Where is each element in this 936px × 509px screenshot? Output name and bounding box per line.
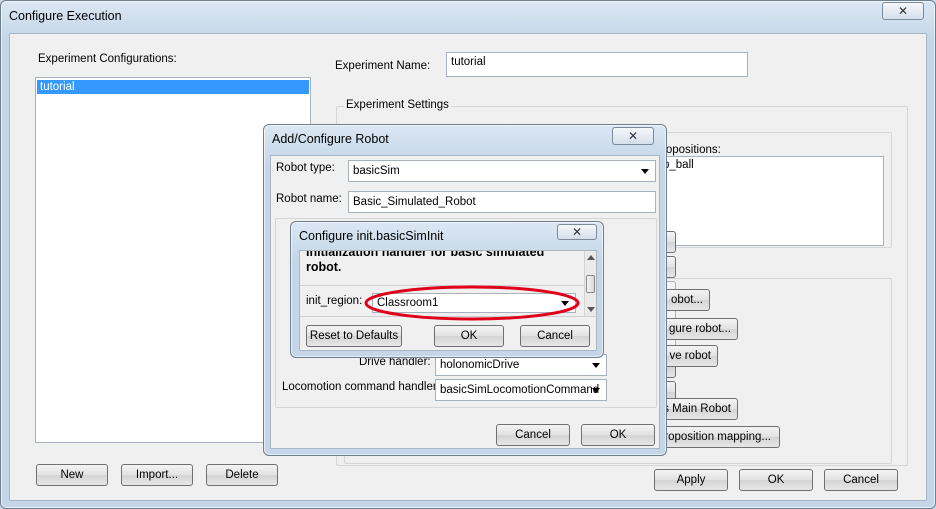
chevron-down-icon (592, 388, 600, 393)
robot-ok-button[interactable]: OK (581, 424, 655, 446)
close-icon[interactable]: ✕ (557, 224, 597, 240)
drive-handler-value: holonomicDrive (440, 359, 520, 371)
locomotion-handler-select[interactable]: basicSimLocomotionCommand (435, 379, 607, 401)
chevron-down-icon (641, 169, 649, 174)
robot-type-label: Robot type: (276, 162, 335, 174)
cancel-button[interactable]: Cancel (824, 469, 898, 491)
init-dialog-title: Configure init.basicSimInit (299, 229, 444, 243)
scrollbar-thumb[interactable] (586, 275, 595, 293)
locomotion-handler-value: basicSimLocomotionCommand (440, 384, 600, 396)
robot-type-select[interactable]: basicSim (348, 160, 656, 182)
init-description: Initialization handler for basic simulat… (306, 251, 545, 274)
propositions-list[interactable]: p_ball (658, 156, 884, 246)
close-icon[interactable]: ✕ (882, 2, 924, 20)
experiment-settings-label: Experiment Settings (344, 99, 451, 111)
scroll-down-arrow-icon[interactable] (587, 307, 595, 312)
robot-type-value: basicSim (353, 165, 400, 177)
scroll-up-arrow-icon[interactable] (587, 255, 595, 260)
init-scrollbar[interactable] (584, 251, 596, 316)
chevron-down-icon (592, 363, 600, 368)
robot-name-label: Robot name: (276, 193, 342, 205)
new-button[interactable]: New (36, 464, 108, 486)
close-icon[interactable]: ✕ (612, 127, 654, 145)
experiment-list-item[interactable]: tutorial (37, 80, 309, 94)
experiment-configurations-label: Experiment Configurations: (38, 53, 177, 65)
robot-cancel-button[interactable]: Cancel (496, 424, 570, 446)
proposition-item[interactable]: p_ball (659, 157, 883, 173)
init-cancel-button[interactable]: Cancel (520, 325, 590, 347)
apply-button[interactable]: Apply (654, 469, 728, 491)
robot-dialog-title: Add/Configure Robot (272, 132, 389, 146)
robot-name-input[interactable]: Basic_Simulated_Robot (348, 191, 656, 213)
highlight-ellipse-shape (364, 285, 580, 321)
reset-defaults-button[interactable]: Reset to Defaults (306, 325, 402, 347)
experiment-name-input[interactable]: tutorial (446, 52, 748, 77)
window-title: Configure Execution (9, 9, 122, 23)
delete-button[interactable]: Delete (206, 464, 278, 486)
import-button[interactable]: Import... (121, 464, 193, 486)
ok-button[interactable]: OK (739, 469, 813, 491)
experiment-name-label: Experiment Name: (335, 60, 431, 72)
locomotion-handler-label: Locomotion command handler: (282, 381, 440, 393)
init-region-label: init_region: (306, 295, 363, 307)
init-ok-button[interactable]: OK (434, 325, 504, 347)
propositions-label: ropositions: (662, 144, 721, 156)
highlight-ellipse (364, 285, 580, 321)
